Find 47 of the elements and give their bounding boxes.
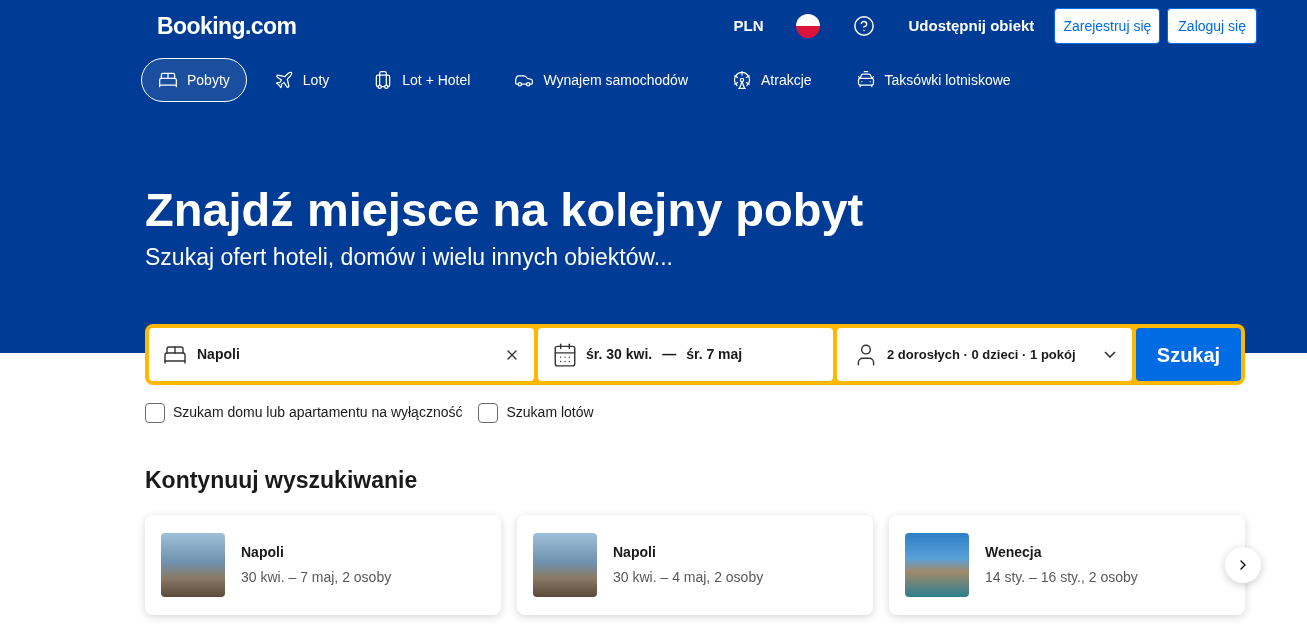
- nav-tab[interactable]: Wynajem samochodów: [497, 58, 705, 102]
- ferris-wheel-icon: [732, 70, 752, 90]
- taxi-icon: [855, 70, 876, 90]
- currency-button[interactable]: PLN: [721, 6, 776, 46]
- calendar-icon: [552, 341, 578, 368]
- date-separator: —: [662, 345, 677, 364]
- checkbox[interactable]: [145, 402, 165, 423]
- photo-placeholder: [905, 532, 969, 597]
- help-icon[interactable]: [852, 15, 875, 37]
- date-field[interactable]: śr. 30 kwi. — śr. 7 maj: [538, 328, 833, 381]
- checkbox-label: Szukam lotów: [506, 403, 594, 422]
- section-title: Kontynuuj wyszukiwanie: [145, 466, 419, 495]
- guests-field[interactable]: 2 dorosłych · 0 dzieci · 1 pokój: [837, 328, 1132, 381]
- nav-tab[interactable]: Pobyty: [141, 58, 247, 102]
- flag-icon[interactable]: [795, 14, 820, 38]
- nav-tab[interactable]: Lot + Hotel: [356, 58, 488, 102]
- login-button[interactable]: Zaloguj się: [1167, 8, 1257, 44]
- search-details: 30 kwi. – 4 maj, 2 osoby: [613, 567, 764, 587]
- guests-value: 2 dorosłych · 0 dzieci · 1 pokój: [887, 345, 1076, 364]
- list-property-link[interactable]: Udostępnij obiekt: [908, 14, 1035, 38]
- bed-icon: [158, 70, 178, 90]
- nav-tab[interactable]: Loty: [256, 58, 347, 102]
- checkbox[interactable]: [478, 402, 499, 423]
- search-details: 30 kwi. – 7 maj, 2 osoby: [241, 567, 392, 587]
- destination-name: Napoli: [241, 542, 285, 562]
- recent-search-card[interactable]: Napoli 30 kwi. – 7 maj, 2 osoby: [145, 514, 501, 615]
- photo-placeholder: [533, 532, 597, 597]
- photo-placeholder: [161, 532, 225, 597]
- plane-icon: [273, 70, 294, 90]
- hero-title: Znajdź miejsce na kolejny pobyt: [145, 182, 865, 238]
- destination-field[interactable]: Napoli: [149, 328, 534, 381]
- recent-search-card[interactable]: Wenecja 14 sty. – 16 sty., 2 osoby: [889, 514, 1245, 615]
- check-out-date: śr. 7 maj: [686, 345, 743, 364]
- check-in-date: śr. 30 kwi.: [586, 345, 653, 364]
- logo[interactable]: Booking.com: [157, 8, 297, 44]
- chevron-down-icon: [1104, 351, 1116, 358]
- register-button[interactable]: Zarejestruj się: [1054, 8, 1161, 44]
- nav-tab[interactable]: Atrakcje: [715, 58, 829, 102]
- recent-search-card[interactable]: Napoli 30 kwi. – 4 maj, 2 osoby: [517, 514, 873, 615]
- hero-subtitle: Szukaj ofert hoteli, domów i wielu innych obiektów...: [145, 243, 674, 272]
- destination-value: Napoli: [197, 345, 240, 364]
- destination-name: Napoli: [613, 542, 657, 562]
- destination-name: Wenecja: [985, 542, 1043, 562]
- checkbox-label: Szukam domu lub apartamentu na wyłączność: [173, 403, 463, 422]
- search-button[interactable]: Szukaj: [1136, 328, 1241, 381]
- nav-tab[interactable]: Taksówki lotniskowe: [838, 58, 1028, 102]
- search-details: 14 sty. – 16 sty., 2 osoby: [985, 567, 1138, 587]
